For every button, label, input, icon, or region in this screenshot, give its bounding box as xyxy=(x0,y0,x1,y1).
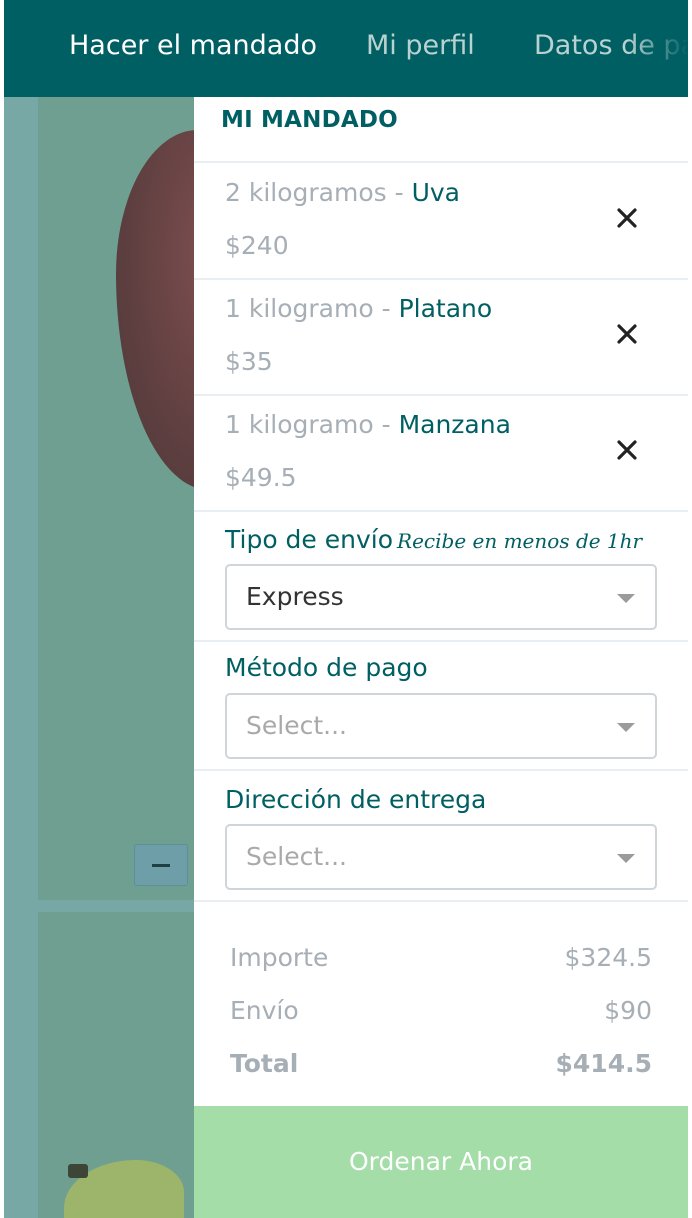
cart-item-quantity: 2 kilogramos xyxy=(225,178,387,207)
cart-title: MI MANDADO xyxy=(221,107,398,133)
delivery-address-placeholder: Select... xyxy=(246,842,347,871)
chevron-down-icon xyxy=(617,594,635,603)
cart-item-price: $35 xyxy=(225,347,273,376)
payment-method-label: Método de pago xyxy=(225,653,428,682)
subtotal-label: Importe xyxy=(230,943,329,972)
close-icon[interactable] xyxy=(612,435,642,465)
total-value: $414.5 xyxy=(555,1049,652,1078)
banana-stem xyxy=(68,1164,88,1178)
nav-item-hacer-el-mandado[interactable]: Hacer el mandado xyxy=(69,30,317,61)
cart-item-description: 2 kilogramos - Uva xyxy=(225,178,460,207)
divider xyxy=(194,769,688,771)
total-label: Total xyxy=(230,1049,299,1078)
cart-item-quantity: 1 kilogramo xyxy=(225,410,374,439)
nav-fade xyxy=(628,0,688,97)
cart-item: 1 kilogramo - Platano $35 xyxy=(194,279,688,395)
decrease-quantity-button[interactable] xyxy=(134,844,188,886)
divider xyxy=(194,640,688,642)
payment-method-select[interactable]: Select... xyxy=(225,693,657,759)
cart-item-name: Uva xyxy=(411,178,461,207)
chevron-down-icon xyxy=(617,854,635,863)
cart-panel: MI MANDADO 2 kilogramos - Uva $240 1 kil… xyxy=(194,97,688,1218)
cart-item-separator: - xyxy=(386,178,412,207)
close-icon[interactable] xyxy=(612,203,642,233)
close-icon[interactable] xyxy=(612,319,642,349)
shipping-type-value: Express xyxy=(246,582,344,611)
payment-method-placeholder: Select... xyxy=(246,711,347,740)
shipping-type-label: Tipo de envío Recibe en menos de 1hr xyxy=(225,525,642,554)
chevron-down-icon xyxy=(617,723,635,732)
cart-item: 2 kilogramos - Uva $240 xyxy=(194,163,688,279)
divider xyxy=(194,510,688,512)
top-nav: Hacer el mandado Mi perfil Datos de pago xyxy=(4,0,688,97)
shipping-type-select[interactable]: Express xyxy=(225,564,657,630)
cart-item-separator: - xyxy=(373,410,399,439)
cart-item-quantity: 1 kilogramo xyxy=(225,294,374,323)
cart-item-price: $240 xyxy=(225,231,289,260)
shipping-hint: Recibe en menos de 1hr xyxy=(397,529,643,553)
cart-item-description: 1 kilogramo - Manzana xyxy=(225,410,511,439)
cart-item-name: Manzana xyxy=(398,410,511,439)
minus-icon xyxy=(152,864,170,867)
shipping-cost-label: Envío xyxy=(230,996,299,1025)
divider xyxy=(194,900,688,902)
cart-item-price: $49.5 xyxy=(225,463,297,492)
cart-item-separator: - xyxy=(373,294,399,323)
cart-item-name: Platano xyxy=(398,294,493,323)
cart-item-description: 1 kilogramo - Platano xyxy=(225,294,492,323)
delivery-address-label: Dirección de entrega xyxy=(225,785,487,814)
shipping-cost-value: $90 xyxy=(604,996,652,1025)
app-frame: Hacer el mandado Mi perfil Datos de pago… xyxy=(4,0,688,1218)
nav-item-mi-perfil[interactable]: Mi perfil xyxy=(366,30,475,61)
shipping-type-label-text: Tipo de envío xyxy=(225,525,394,554)
cart-item: 1 kilogramo - Manzana $49.5 xyxy=(194,395,688,511)
order-now-button[interactable]: Ordenar Ahora xyxy=(194,1106,688,1218)
subtotal-value: $324.5 xyxy=(564,943,652,972)
delivery-address-select[interactable]: Select... xyxy=(225,824,657,890)
